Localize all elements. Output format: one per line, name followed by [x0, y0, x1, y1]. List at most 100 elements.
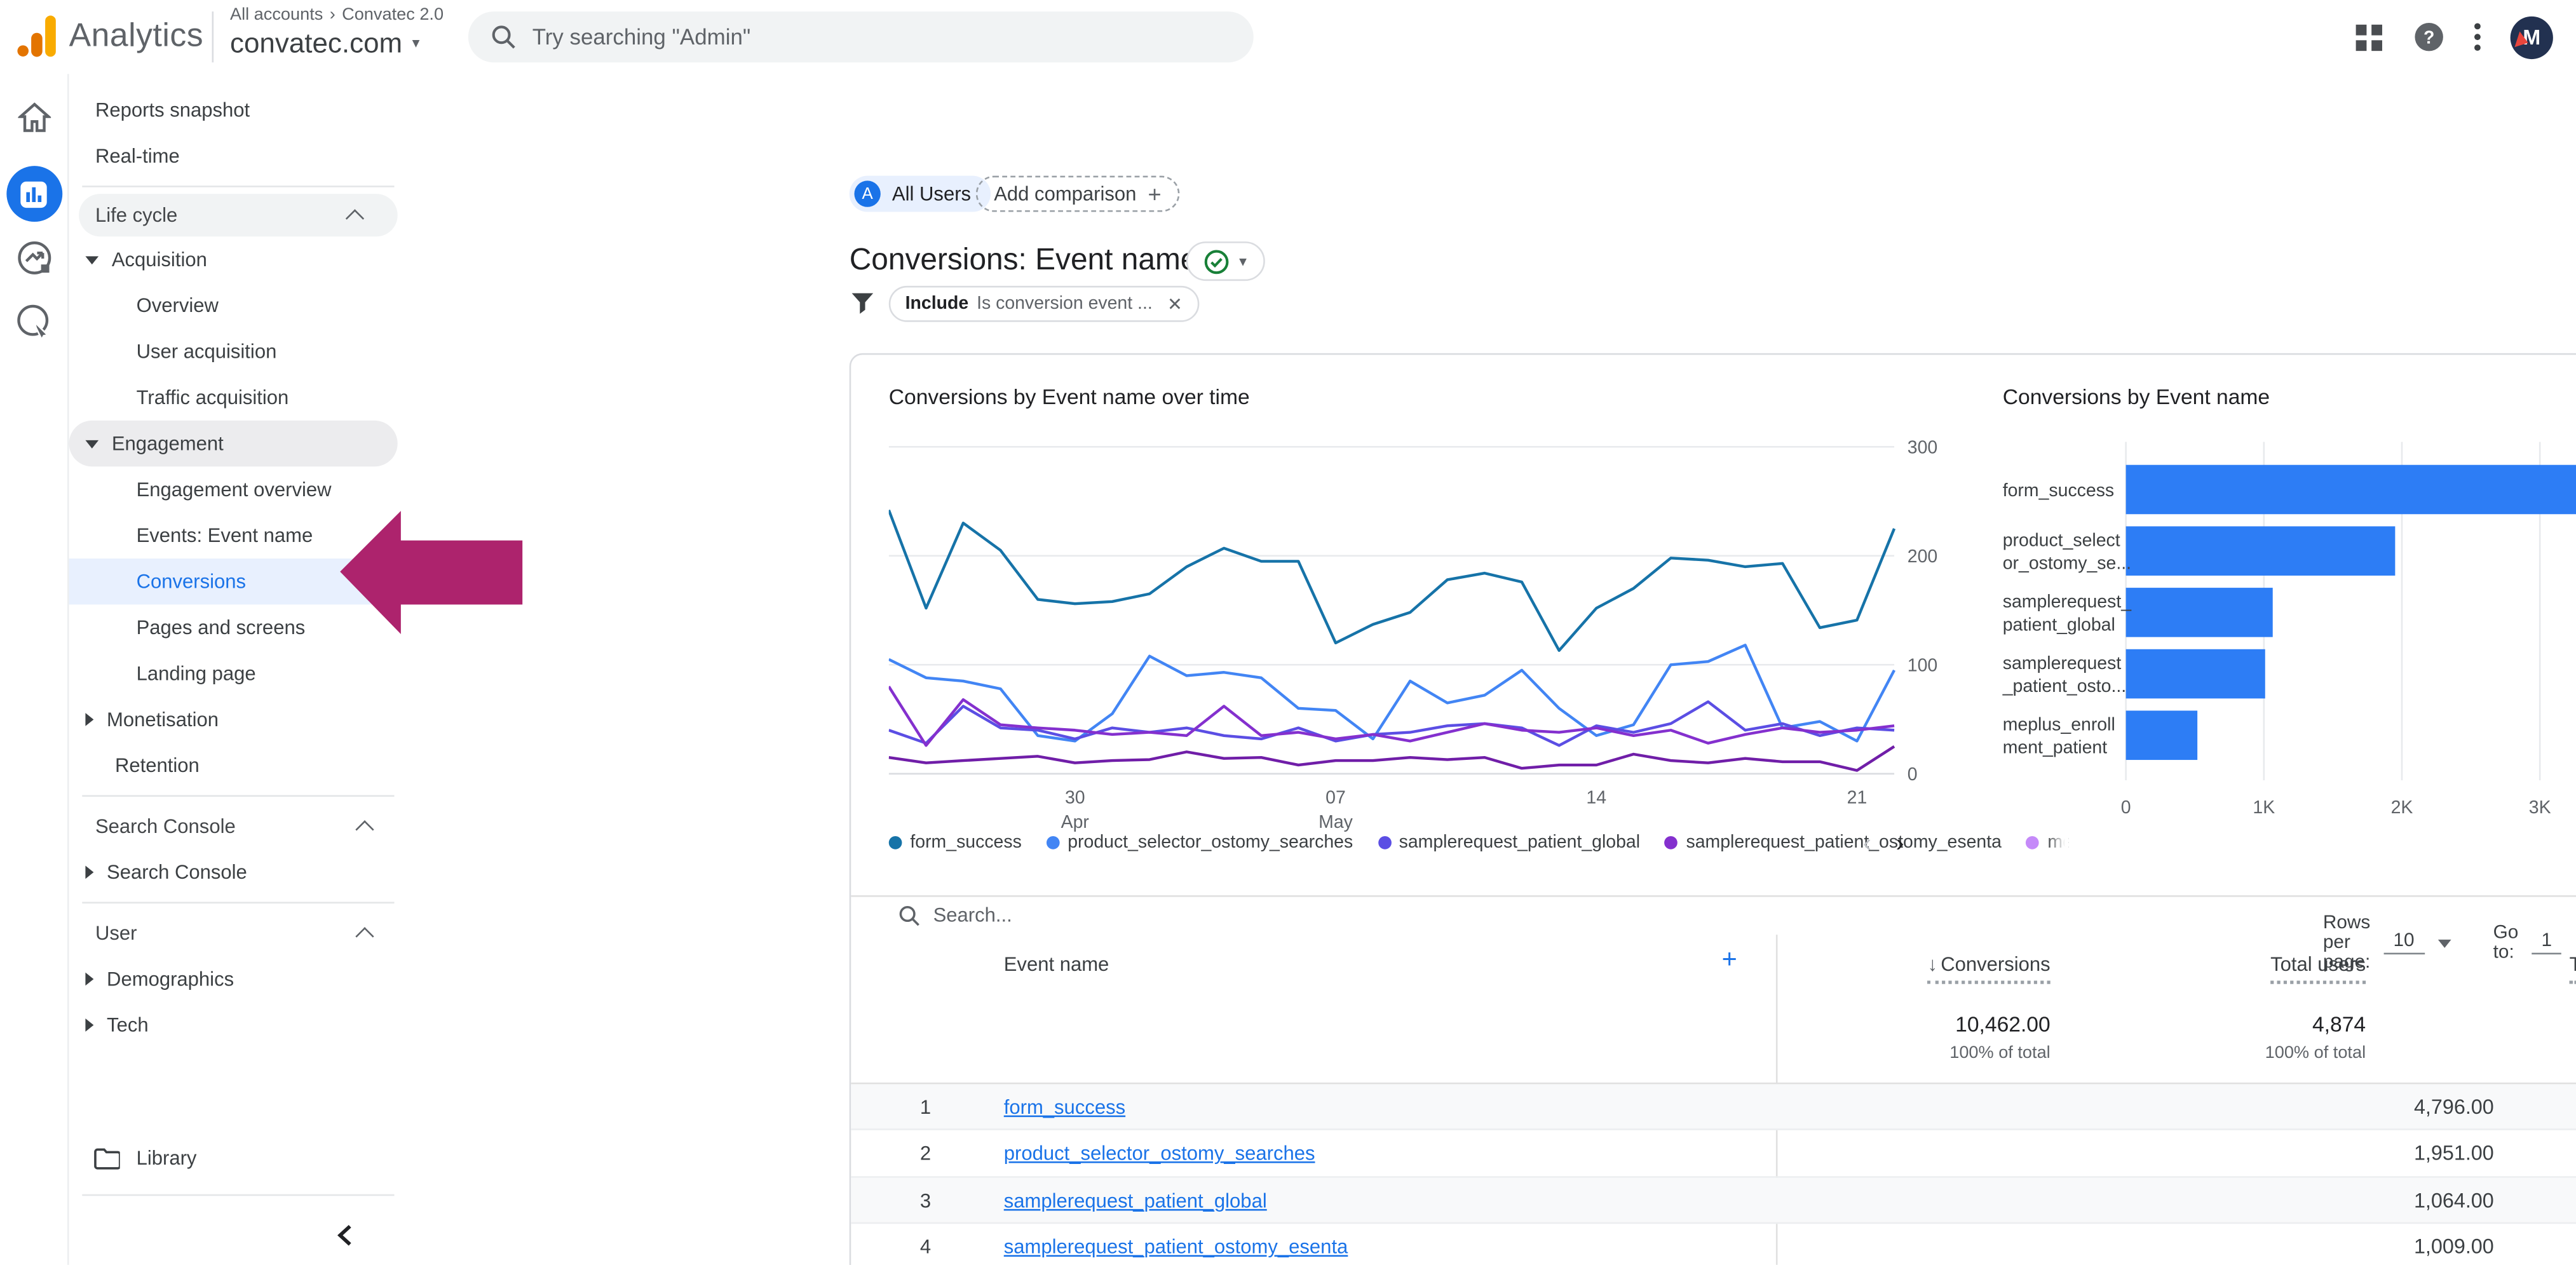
total-revenue: £0.00 — [2491, 1012, 2576, 1037]
sidebar-item-label: Engagement overview — [137, 478, 332, 501]
sidebar-item-reports-snapshot[interactable]: Reports snapshot — [69, 87, 408, 133]
sidebar-item-label: Pages and screens — [137, 616, 306, 639]
sidebar-item-user[interactable]: User — [69, 910, 408, 956]
section-collapse-icon[interactable] — [355, 927, 374, 945]
search-placeholder: Try searching "Admin" — [532, 25, 751, 50]
sidebar-item-demographics[interactable]: Demographics — [69, 956, 408, 1002]
svg-text:or_ostomy_se...: or_ostomy_se... — [2003, 553, 2131, 574]
sidebar-item-search-console[interactable]: Search Console — [69, 849, 408, 895]
property-selector[interactable]: convatec.com ▾ — [230, 29, 444, 57]
sidebar-item-retention[interactable]: Retention — [69, 743, 408, 788]
svg-text:100: 100 — [1908, 656, 1937, 676]
sidebar-item-tech[interactable]: Tech — [69, 1002, 408, 1048]
more-vertical-icon[interactable] — [2474, 23, 2481, 51]
goto-page-input[interactable]: 1 — [2532, 931, 2562, 954]
svg-text:1K: 1K — [2253, 797, 2275, 818]
event-name-link[interactable]: product_selector_ostomy_searches — [1004, 1142, 1315, 1165]
event-name-link[interactable]: samplerequest_patient_ostomy_esenta — [1004, 1236, 1348, 1259]
column-header-conversions[interactable]: ↓Conversions — [1886, 953, 2051, 976]
filter-remove-icon[interactable]: ✕ — [1167, 294, 1183, 315]
sidebar-item-engagement[interactable]: Engagement — [69, 421, 398, 466]
sidebar-item-real-time[interactable]: Real-time — [69, 133, 408, 179]
svg-text:07: 07 — [1325, 787, 1346, 808]
legend-dot-icon — [889, 836, 902, 849]
sidebar-item-label: Overview — [137, 294, 219, 317]
sidebar-item-label: Search Console — [107, 861, 247, 884]
bar-samplerequest-patient-ostomy-esenta — [2126, 649, 2265, 699]
line-series-meplus-enrollment-patient — [889, 747, 1894, 771]
table-search-input[interactable]: Search... — [898, 903, 1012, 926]
svg-text:14: 14 — [1586, 787, 1606, 808]
sidebar-item-monetisation[interactable]: Monetisation — [69, 696, 408, 742]
legend-item-samplerequest-patient-global[interactable]: samplerequest_patient_global — [1378, 833, 1640, 853]
section-collapse-icon[interactable] — [355, 820, 374, 839]
conversions-by-event-bar-chart[interactable]: 01K2K3K4K5Kform_successproduct_selector_… — [1995, 432, 2576, 834]
row-number: 4 — [920, 1236, 931, 1259]
help-icon[interactable]: ? — [2413, 22, 2444, 53]
column-header-event-name[interactable]: Event name — [1004, 953, 1109, 976]
add-dimension-icon[interactable]: + — [1722, 946, 1737, 976]
section-collapse-icon[interactable] — [346, 209, 364, 227]
sidebar-item-life-cycle[interactable]: Life cycle — [79, 194, 398, 236]
event-table-body: 1form_success4,796.003,942£0.002product_… — [851, 1084, 2576, 1264]
expanded-caret-icon[interactable] — [85, 255, 98, 264]
sidebar-item-acquisition[interactable]: Acquisition — [69, 236, 408, 282]
check-circle-icon — [1205, 249, 1230, 274]
legend-dot-icon — [2026, 836, 2040, 849]
sidebar-footer-divider — [82, 1194, 394, 1196]
table-search-icon — [898, 904, 920, 926]
svg-text:meplus_enroll: meplus_enroll — [2003, 715, 2115, 735]
sidebar-item-traffic-acquisition[interactable]: Traffic acquisition — [69, 374, 408, 420]
top-app-bar: Analytics All accounts › Convatec 2.0 co… — [0, 0, 2576, 74]
analytics-logo[interactable]: Analytics — [17, 15, 203, 57]
sidebar-item-library[interactable]: Library — [69, 1135, 408, 1181]
global-search-input[interactable]: Try searching "Admin" — [468, 11, 1254, 62]
collapsed-caret-icon[interactable] — [85, 1018, 93, 1032]
legend-item-product-selector-ostomy-searches[interactable]: product_selector_ostomy_searches — [1047, 833, 1353, 853]
apps-grid-icon[interactable] — [2354, 22, 2384, 52]
table-search-placeholder: Search... — [933, 903, 1012, 926]
comparison-chip-all-users[interactable]: A All Users — [850, 176, 991, 212]
legend-item-samplerequest-patient-ostomy-esenta[interactable]: samplerequest_patient_ostomy_esenta — [1665, 833, 2002, 853]
avatar[interactable]: M — [2511, 16, 2553, 58]
collapsed-caret-icon[interactable] — [85, 866, 93, 879]
total-conversions: 10,462.00 — [1853, 1012, 2050, 1037]
column-header-total-users[interactable]: Total users — [2202, 953, 2366, 976]
row-number: 3 — [920, 1189, 931, 1212]
reports-icon-active[interactable] — [0, 166, 67, 222]
rows-per-page-caret-icon — [2437, 939, 2451, 947]
page-title: Conversions: Event name — [850, 241, 1198, 278]
expanded-caret-icon[interactable] — [85, 440, 98, 448]
collapsed-caret-icon[interactable] — [85, 973, 93, 986]
add-comparison-button[interactable]: Add comparison + — [976, 176, 1179, 212]
conversions-over-time-line-chart[interactable]: 300200100030Apr07May1421 — [889, 432, 1949, 842]
svg-text:patient_global: patient_global — [2003, 614, 2115, 635]
breadcrumb-account[interactable]: Convatec 2.0 — [342, 6, 444, 24]
filter-chip[interactable]: Include Is conversion event ... ✕ — [889, 286, 1199, 322]
event-name-link[interactable]: form_success — [1004, 1096, 1125, 1119]
column-header-total-revenue[interactable]: Total revenue — [2523, 953, 2576, 976]
search-icon — [491, 25, 516, 50]
collapse-sidebar-icon[interactable] — [334, 1222, 356, 1248]
legend-next-icon[interactable]: › — [1896, 830, 1904, 858]
explore-icon[interactable] — [0, 240, 67, 276]
sidebar-item-search-console[interactable]: Search Console — [69, 803, 408, 849]
sidebar-item-label: User — [95, 921, 137, 944]
event-name-link[interactable]: samplerequest_patient_global — [1004, 1189, 1267, 1212]
table-row-product-selector-ostomy-searches: 2product_selector_ostomy_searches1,951.0… — [851, 1131, 2576, 1177]
sidebar-item-label: Landing page — [137, 662, 256, 685]
sidebar-item-overview[interactable]: Overview — [69, 283, 408, 328]
bar-form-success — [2126, 465, 2576, 515]
legend-item-meplus-enrollment-patient[interactable]: meplus_enrollment_patient — [2026, 833, 2069, 853]
report-status-menu[interactable]: ▾ — [1186, 241, 1265, 281]
legend-item-form-success[interactable]: form_success — [889, 833, 1022, 853]
breadcrumb-all-accounts[interactable]: All accounts — [230, 6, 323, 24]
legend-prev-icon[interactable]: ‹ — [1863, 830, 1871, 858]
rows-per-page-select[interactable]: 10 — [2383, 931, 2424, 954]
sidebar-item-landing-page[interactable]: Landing page — [69, 651, 408, 696]
svg-text:0: 0 — [2121, 797, 2131, 818]
advertising-icon[interactable] — [0, 304, 67, 340]
collapsed-caret-icon[interactable] — [85, 713, 93, 726]
home-icon[interactable] — [0, 102, 67, 133]
sidebar-item-user-acquisition[interactable]: User acquisition — [69, 328, 408, 374]
